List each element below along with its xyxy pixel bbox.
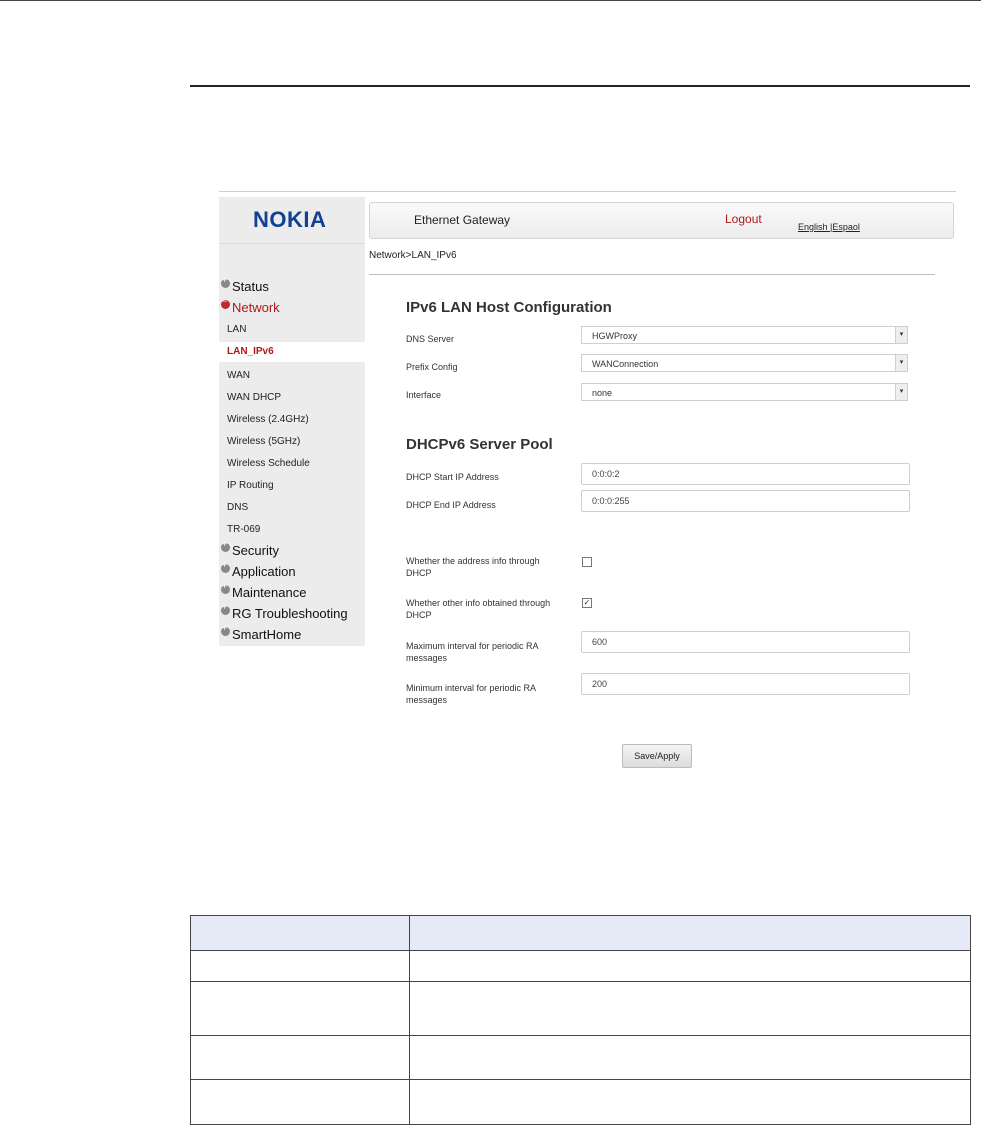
other-info-label: Whether other info obtained through DHCP: [406, 598, 551, 620]
table-cell: [190, 1079, 410, 1125]
expand-icon: [221, 602, 230, 615]
min-interval-input[interactable]: 200: [581, 673, 910, 695]
address-info-label: Whether the address info through DHCP: [406, 556, 540, 578]
table-cell: [409, 1079, 971, 1125]
sidebar-item-network[interactable]: Network: [221, 296, 280, 315]
table-header-cell: [409, 915, 971, 951]
expand-icon: [221, 623, 230, 636]
other-info-checkbox[interactable]: ✓: [582, 598, 592, 608]
interface-label: Interface: [406, 390, 442, 400]
table-row: [190, 950, 971, 982]
dropdown-arrow-icon: ▾: [895, 327, 907, 343]
max-interval-input[interactable]: 600: [581, 631, 910, 653]
end-ip-input[interactable]: 0:0:0:255: [581, 490, 910, 512]
table-header-cell: [190, 915, 410, 951]
expand-icon: [221, 539, 230, 552]
sidebar: NOKIA Status Network LAN LAN_IPv6 WAN WA…: [219, 197, 365, 646]
dns-server-label: DNS Server: [406, 334, 455, 344]
sidebar-item-rg-troubleshooting[interactable]: RG Troubleshooting: [221, 602, 348, 621]
sidebar-subitem-wan-dhcp[interactable]: WAN DHCP: [227, 392, 281, 403]
expand-icon: [221, 560, 230, 573]
end-ip-label: DHCP End IP Address: [406, 500, 496, 510]
table-cell: [409, 950, 971, 982]
sidebar-subitem-lan[interactable]: LAN: [227, 324, 246, 335]
sidebar-subitem-lan-ipv6[interactable]: LAN_IPv6: [219, 342, 365, 362]
expand-icon: [221, 275, 230, 288]
table-row: [190, 981, 971, 1036]
host-config-title: IPv6 LAN Host Configuration: [406, 299, 612, 316]
sidebar-item-smarthome[interactable]: SmartHome: [221, 623, 301, 642]
window-top-border: [219, 191, 956, 192]
table-row: [190, 1079, 971, 1125]
logout-link[interactable]: Logout: [725, 212, 762, 226]
sidebar-subitem-wan[interactable]: WAN: [227, 370, 250, 381]
address-info-checkbox[interactable]: [582, 557, 592, 567]
table-cell: [409, 981, 971, 1036]
document-table: [190, 915, 971, 1125]
start-ip-input[interactable]: 0:0:0:2: [581, 463, 910, 485]
nokia-logo: NOKIA: [253, 207, 327, 232]
dropdown-arrow-icon: ▾: [895, 355, 907, 371]
document-header-rule: [190, 85, 970, 87]
header-bar: Ethernet Gateway Logout English |Espaol: [369, 202, 954, 239]
sidebar-item-status[interactable]: Status: [221, 275, 269, 294]
table-header-row: [190, 915, 971, 951]
max-interval-label: Maximum interval for periodic RA message…: [406, 641, 539, 663]
prefix-config-label: Prefix Config: [406, 362, 458, 372]
sidebar-subitem-wireless-schedule[interactable]: Wireless Schedule: [227, 458, 310, 469]
table-cell: [190, 950, 410, 982]
table-row: [190, 1035, 971, 1080]
logo-area: NOKIA: [219, 197, 365, 244]
table-cell: [409, 1035, 971, 1080]
sidebar-subitem-wireless-24[interactable]: Wireless (2.4GHz): [227, 414, 309, 425]
sidebar-item-security[interactable]: Security: [221, 539, 279, 558]
breadcrumb: Network>LAN_IPv6: [369, 250, 457, 261]
prefix-config-select[interactable]: WANConnection ▾: [581, 354, 908, 372]
sidebar-item-application[interactable]: Application: [221, 560, 296, 579]
sidebar-subitem-dns[interactable]: DNS: [227, 502, 248, 513]
expand-icon: [221, 581, 230, 594]
min-interval-label: Minimum interval for periodic RA message…: [406, 683, 536, 705]
language-switch[interactable]: English |Espaol: [798, 222, 860, 232]
sidebar-subitem-wireless-5[interactable]: Wireless (5GHz): [227, 436, 300, 447]
interface-select[interactable]: none ▾: [581, 383, 908, 401]
app-title: Ethernet Gateway: [414, 213, 511, 227]
dropdown-arrow-icon: ▾: [895, 384, 907, 400]
page-top-rule: [0, 0, 981, 1]
router-web-ui: NOKIA Status Network LAN LAN_IPv6 WAN WA…: [219, 191, 956, 771]
server-pool-title: DHCPv6 Server Pool: [406, 436, 553, 453]
start-ip-label: DHCP Start IP Address: [406, 472, 499, 482]
dns-server-select[interactable]: HGWProxy ▾: [581, 326, 908, 344]
sidebar-subitem-ip-routing[interactable]: IP Routing: [227, 480, 274, 491]
save-apply-button[interactable]: Save/Apply: [622, 744, 692, 768]
table-cell: [190, 1035, 410, 1080]
sidebar-subitem-tr069[interactable]: TR-069: [227, 524, 260, 535]
breadcrumb-divider: [369, 274, 935, 275]
sidebar-item-maintenance[interactable]: Maintenance: [221, 581, 306, 600]
table-cell: [190, 981, 410, 1036]
collapse-icon: [221, 296, 230, 309]
